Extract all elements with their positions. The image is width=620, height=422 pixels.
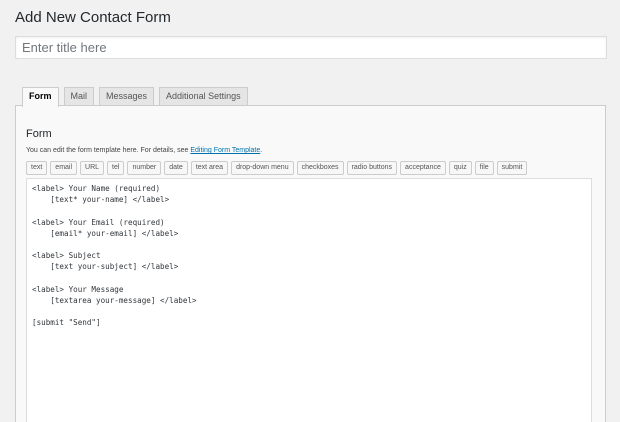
tag-button-textarea[interactable]: text area bbox=[190, 161, 229, 175]
form-template-editor[interactable]: <label> Your Name (required) [text* your… bbox=[26, 178, 592, 422]
form-description-text: You can edit the form template here. For… bbox=[26, 147, 191, 154]
page-title: Add New Contact Form bbox=[15, 9, 171, 26]
form-description: You can edit the form template here. For… bbox=[26, 147, 262, 154]
tag-button-acceptance[interactable]: acceptance bbox=[400, 161, 446, 175]
form-panel: Form You can edit the form template here… bbox=[15, 105, 606, 422]
tab-bar: Form Mail Messages Additional Settings bbox=[22, 87, 248, 107]
tag-generator-buttons: text email URL tel number date text area… bbox=[26, 161, 528, 175]
tag-button-text[interactable]: text bbox=[26, 161, 48, 175]
tag-button-file[interactable]: file bbox=[474, 161, 494, 175]
tab-messages[interactable]: Messages bbox=[99, 87, 155, 106]
form-heading: Form bbox=[26, 128, 52, 140]
form-description-suffix: . bbox=[260, 147, 263, 154]
tag-button-quiz[interactable]: quiz bbox=[448, 161, 472, 175]
tag-button-checkboxes[interactable]: checkboxes bbox=[296, 161, 344, 175]
tag-button-submit[interactable]: submit bbox=[496, 161, 528, 175]
tab-mail[interactable]: Mail bbox=[63, 87, 95, 106]
tag-button-url[interactable]: URL bbox=[80, 161, 105, 175]
tag-button-email[interactable]: email bbox=[50, 161, 78, 175]
tab-form[interactable]: Form bbox=[22, 87, 59, 107]
tag-button-radio[interactable]: radio buttons bbox=[346, 161, 398, 175]
tag-button-dropdown[interactable]: drop-down menu bbox=[231, 161, 294, 175]
tag-button-number[interactable]: number bbox=[127, 161, 162, 175]
editing-form-template-link[interactable]: Editing Form Template bbox=[190, 147, 260, 154]
title-input[interactable] bbox=[15, 36, 607, 59]
tab-additional-settings[interactable]: Additional Settings bbox=[159, 87, 248, 106]
tag-button-date[interactable]: date bbox=[164, 161, 188, 175]
tag-button-tel[interactable]: tel bbox=[107, 161, 125, 175]
